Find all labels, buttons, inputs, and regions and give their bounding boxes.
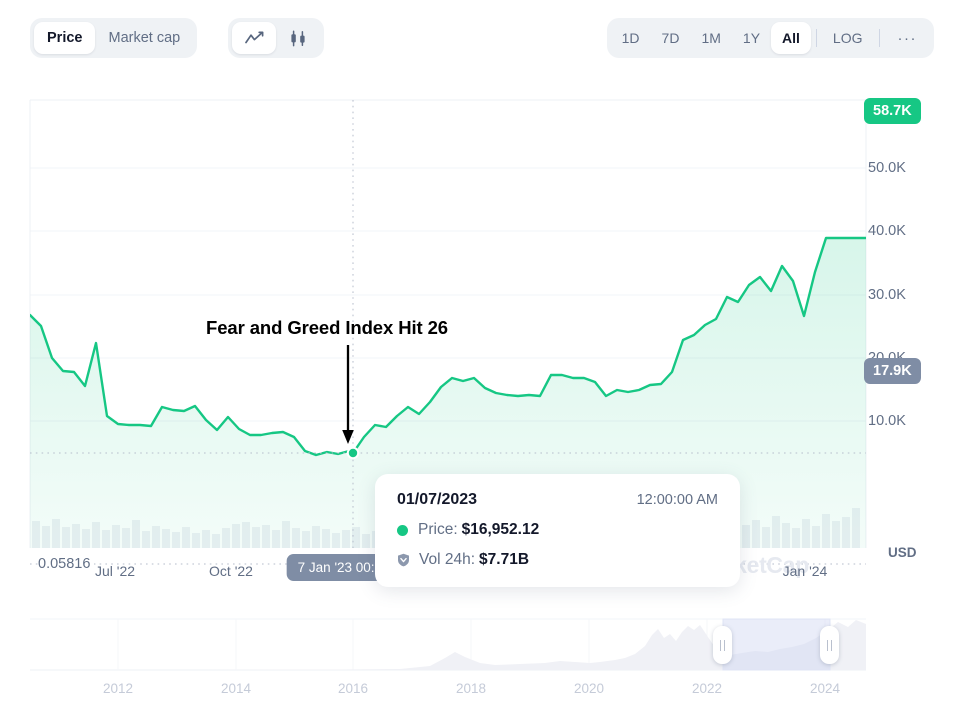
price-dot-icon [397, 524, 408, 536]
chart-type-toggle-group [228, 18, 324, 58]
navigator-year-label: 2012 [102, 681, 134, 696]
tooltip-time: 12:00:00 AM [636, 492, 718, 508]
line-chart-icon[interactable] [232, 22, 276, 54]
navigator-year-label: 2020 [573, 681, 605, 696]
log-scale-button[interactable]: LOG [822, 22, 874, 54]
tooltip-date: 01/07/2023 [397, 491, 478, 508]
main-chart[interactable]: Fear and Greed Index Hit 26 iMarketCap 5… [0, 78, 960, 598]
navigator-year-label: 2022 [691, 681, 723, 696]
chart-tooltip: 01/07/2023 12:00:00 AM Price: $16,952.12… [375, 474, 740, 587]
currency-label: USD [888, 545, 917, 560]
y-axis-label: 10.0K [868, 413, 906, 429]
price-chart-page: Price Market cap 1D 7D 1M 1Y All LOG ···… [0, 0, 960, 709]
navigator-right-handle[interactable] [820, 626, 839, 664]
tab-market-cap[interactable]: Market cap [95, 22, 193, 54]
navigator-year-label: 2024 [809, 681, 841, 696]
chart-annotation-label: Fear and Greed Index Hit 26 [206, 317, 448, 338]
range-1y[interactable]: 1Y [732, 22, 771, 54]
y-axis-label: 30.0K [868, 287, 906, 303]
tooltip-price-key: Price: [418, 521, 458, 538]
tooltip-volume-key: Vol 24h: [419, 551, 476, 568]
navigator-year-label: 2016 [337, 681, 369, 696]
x-axis-label: Jul '22 [94, 563, 136, 579]
high-price-badge: 58.7K [864, 98, 921, 124]
navigator-left-handle[interactable] [713, 626, 732, 664]
tooltip-price-row: Price: $16,952.12 [397, 521, 718, 539]
range-7d[interactable]: 7D [651, 22, 691, 54]
navigator-year-label: 2018 [455, 681, 487, 696]
chart-toolbar: Price Market cap 1D 7D 1M 1Y All LOG ··· [0, 0, 960, 78]
all-time-low-label: 0.05816 [38, 556, 95, 572]
tab-price[interactable]: Price [34, 22, 96, 54]
tooltip-volume-value: $7.71B [479, 551, 530, 568]
range-1d[interactable]: 1D [611, 22, 651, 54]
toolbar-divider [815, 29, 817, 47]
y-axis-label: 50.0K [868, 160, 906, 176]
crosshair-price-badge: 17.9K [864, 358, 921, 384]
x-axis-label: Jan '24 [782, 563, 828, 579]
toolbar-divider [878, 29, 880, 47]
metric-toggle-group: Price Market cap [30, 18, 198, 58]
time-range-group: 1D 7D 1M 1Y All LOG ··· [606, 18, 934, 58]
range-1m[interactable]: 1M [690, 22, 731, 54]
tooltip-volume-row: Vol 24h: $7.71B [397, 551, 718, 569]
x-axis-label: Oct '22 [209, 563, 253, 579]
range-all[interactable]: All [771, 22, 811, 54]
range-navigator[interactable]: 2012 2014 2016 2018 2020 2022 2024 [0, 608, 960, 709]
y-axis-label: 40.0K [868, 223, 906, 239]
tooltip-price-value: $16,952.12 [461, 521, 540, 538]
tooltip-header: 01/07/2023 12:00:00 AM [397, 491, 718, 509]
shield-icon [397, 553, 410, 567]
candlestick-chart-icon[interactable] [276, 22, 320, 54]
navigator-year-label: 2014 [220, 681, 252, 696]
more-options-icon[interactable]: ··· [885, 22, 931, 54]
